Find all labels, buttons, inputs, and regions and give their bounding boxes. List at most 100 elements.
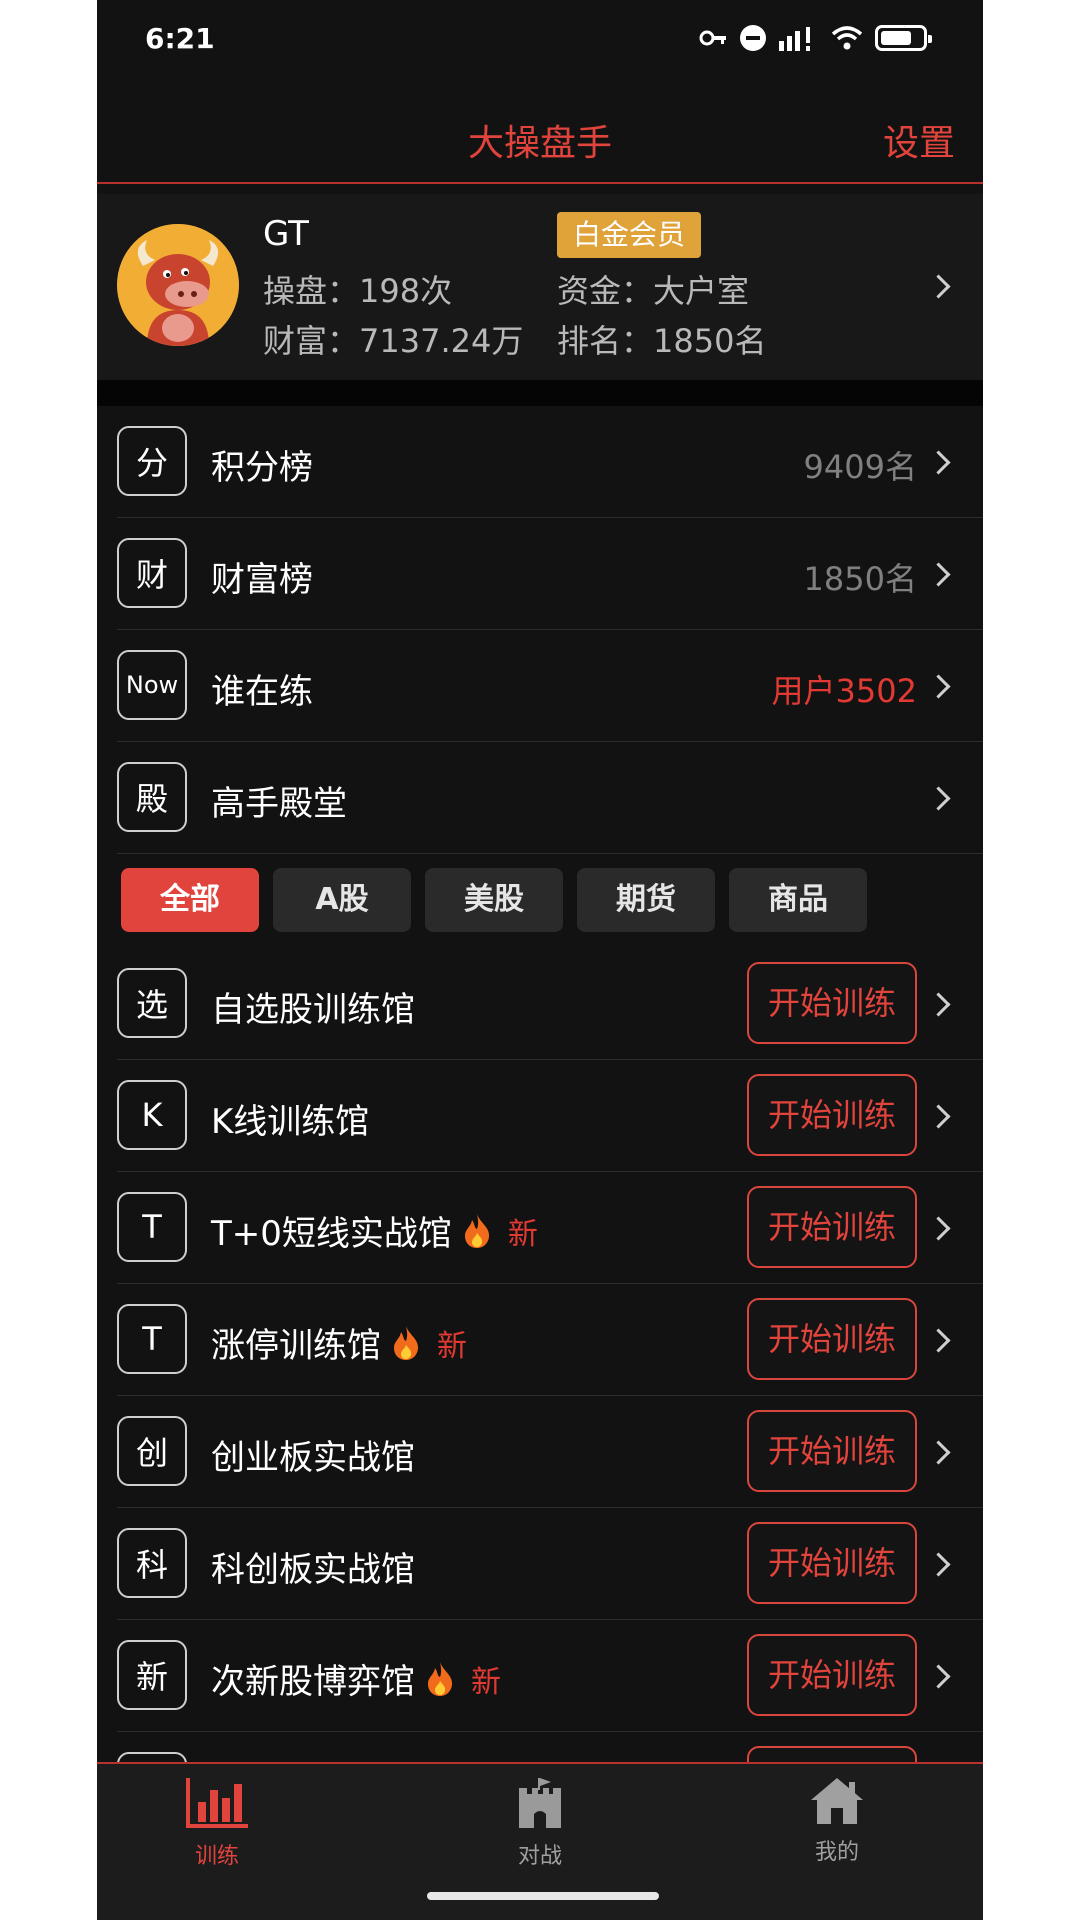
start-training-button[interactable]: 开始训练 [747,1410,917,1492]
start-training-button[interactable]: 开始训练 [747,1634,917,1716]
t0-icon: T [117,1192,187,1262]
chevron-right-icon [926,1552,951,1577]
training-item-label: 自选股训练馆 [211,982,415,1031]
chevron-right-icon [926,450,951,475]
training-item-limit-up[interactable]: T 涨停训练馆 新 开始训练 [97,1284,983,1396]
chevron-right-icon [926,562,951,587]
wifi-icon [831,26,863,50]
fire-icon [428,1661,453,1696]
nav-label: 我的 [814,1840,859,1865]
status-bar: 6:21 [97,0,983,88]
fire-icon [464,1213,489,1248]
menu-item-value: 用户3502 [771,672,917,710]
training-item-new-stocks[interactable]: 新 次新股博弈馆 新 开始训练 [97,1620,983,1732]
nav-label: 对战 [517,1844,562,1869]
key-icon [699,30,726,46]
divider [117,853,983,854]
tab-a-shares[interactable]: A股 [273,868,411,932]
chevron-right-icon [926,674,951,699]
hall-icon: 殿 [117,762,187,832]
profile-trades: 操盘：198次 [263,272,453,310]
tab-futures[interactable]: 期货 [577,868,715,932]
tab-us-stocks[interactable]: 美股 [425,868,563,932]
vip-badge: 白金会员 [557,212,702,258]
nav-mine[interactable]: 我的 [777,1776,897,1866]
new-badge: 新 [507,1216,538,1252]
training-item-title: T+0短线实战馆 [211,1214,452,1254]
bull-avatar-icon [117,224,239,346]
menu-item-value: 9409名 [803,448,917,486]
section-divider [97,380,983,406]
market-filter-tabs: 全部 A股 美股 期货 商品 [121,868,867,932]
app-header: 大操盘手 设置 [97,96,983,184]
profile-name: GT [263,214,309,254]
training-item-star-market[interactable]: 科 科创板实战馆 开始训练 [97,1508,983,1620]
training-item-chinext[interactable]: 创 创业板实战馆 开始训练 [97,1396,983,1508]
chinext-icon: 创 [117,1416,187,1486]
menu-item-hall-of-fame[interactable]: 殿 高手殿堂 [97,742,983,854]
menu-item-who-training[interactable]: Now 谁在练 用户3502 [97,630,983,742]
start-training-button[interactable]: 开始训练 [747,1298,917,1380]
menu-item-label: 积分榜 [211,448,313,488]
profile-funds: 资金：大户室 [557,272,750,310]
battery-icon [875,25,932,51]
menu-item-label: 高手殿堂 [211,784,347,824]
watchlist-icon: 选 [117,968,187,1038]
chevron-right-icon [926,1440,951,1465]
new-badge: 新 [471,1664,501,1700]
chevron-right-icon [926,992,951,1017]
chevron-right-icon [926,1328,951,1353]
training-item-label: 科创板实战馆 [211,1542,415,1591]
kline-icon: K [117,1080,187,1150]
start-training-button[interactable]: 开始训练 [747,1186,917,1268]
menu-item-value: 1850名 [803,560,917,598]
profile-rank: 排名：1850名 [557,322,767,360]
tab-all[interactable]: 全部 [121,868,259,932]
home-icon [811,1778,863,1824]
menu-item-label: 财富榜 [211,560,313,600]
now-icon: Now [117,650,187,720]
castle-icon [519,1778,561,1828]
new-stocks-icon: 新 [117,1640,187,1710]
nav-battle[interactable]: 对战 [480,1776,600,1870]
training-item-t0[interactable]: T T+0短线实战馆 新 开始训练 [97,1172,983,1284]
training-item-watchlist[interactable]: 选 自选股训练馆 开始训练 [97,948,983,1060]
status-time: 6:21 [145,22,215,55]
new-badge: 新 [437,1328,467,1364]
menu-item-label: 谁在练 [211,672,313,712]
profile-card[interactable]: GT 白金会员 操盘：198次 资金：大户室 财富：7137.24万 排名：18… [97,194,983,380]
nav-label: 训练 [194,1844,239,1869]
training-item-title: 次新股博弈馆 [211,1662,415,1702]
do-not-disturb-icon [740,25,766,51]
training-item-title: 涨停训练馆 [211,1326,381,1366]
limit-up-icon: T [117,1304,187,1374]
training-item-label: T+0短线实战馆 新 [211,1206,538,1255]
chevron-right-icon [926,1104,951,1129]
settings-button[interactable]: 设置 [883,114,955,166]
menu-item-wealth-board[interactable]: 财 财富榜 1850名 [97,518,983,630]
wealth-icon: 财 [117,538,187,608]
training-item-title: 科创板实战馆 [211,1550,415,1590]
page-title: 大操盘手 [467,123,612,164]
training-item-title: 自选股训练馆 [211,990,415,1030]
training-item-label: 创业板实战馆 [211,1430,415,1479]
home-indicator[interactable] [427,1892,659,1900]
points-icon: 分 [117,426,187,496]
avatar[interactable] [117,224,239,346]
phone-screen: 6:21 大操盘手 设置 GT 白金会员 操盘：198次 资金：大户室 财富：7… [97,0,983,1920]
fire-icon [394,1325,419,1360]
tab-commodities[interactable]: 商品 [729,868,867,932]
training-item-label: 涨停训练馆 新 [211,1318,467,1367]
bar-chart-icon [186,1778,248,1828]
start-training-button[interactable]: 开始训练 [747,1522,917,1604]
training-item-title: K线训练馆 [211,1102,370,1142]
training-item-kline[interactable]: K K线训练馆 开始训练 [97,1060,983,1172]
start-training-button[interactable]: 开始训练 [747,1074,917,1156]
training-item-label: K线训练馆 [211,1094,369,1143]
chevron-right-icon [926,786,951,811]
nav-training[interactable]: 训练 [157,1776,277,1870]
menu-item-points-board[interactable]: 分 积分榜 9409名 [97,406,983,518]
training-item-title: 创业板实战馆 [211,1438,415,1478]
start-training-button[interactable]: 开始训练 [747,962,917,1044]
status-icons [699,24,932,52]
